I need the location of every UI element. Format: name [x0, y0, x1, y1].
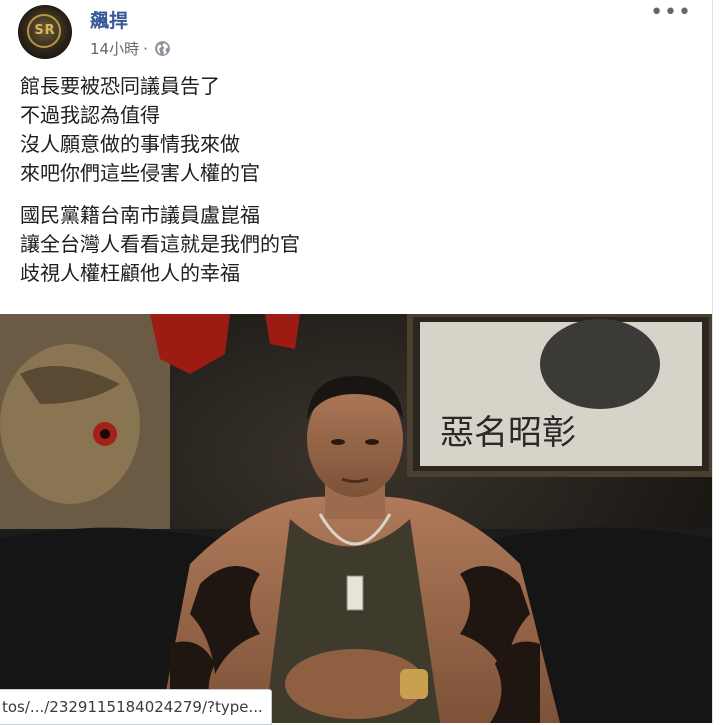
- post-timestamp[interactable]: 14小時: [90, 38, 139, 59]
- globe-icon[interactable]: [154, 40, 171, 57]
- post-line: 來吧你們這些侵害人權的官: [20, 161, 260, 185]
- post-line: 不過我認為值得: [20, 103, 160, 127]
- post-line: 歧視人權枉顧他人的幸福: [20, 261, 240, 285]
- post-line: 國民黨籍台南市議員盧崑福: [20, 203, 260, 227]
- avatar-logo-text: SR: [34, 23, 56, 38]
- post-line: 讓全台灣人看看這就是我們的官: [20, 232, 300, 256]
- post-paragraph: 館長要被恐同議員告了 不過我認為值得 沒人願意做的事情我來做 來吧你們這些侵害人…: [20, 72, 680, 188]
- post-line: 館長要被恐同議員告了: [20, 74, 220, 98]
- post-text: 館長要被恐同議員告了 不過我認為值得 沒人願意做的事情我來做 來吧你們這些侵害人…: [20, 72, 680, 301]
- post-card: SR 飆捍 14小時 · ••• 館長要被恐同議員告了 不過我認為值得 沒人願意…: [0, 0, 713, 723]
- link-url-status: tos/.../2329115184024279/?type...: [0, 689, 272, 725]
- meta-separator: ·: [143, 39, 148, 58]
- post-line: 沒人願意做的事情我來做: [20, 132, 240, 156]
- author-avatar[interactable]: SR: [18, 5, 72, 59]
- author-name-link[interactable]: 飆捍: [90, 6, 128, 33]
- post-meta: 14小時 ·: [90, 38, 171, 59]
- more-options-icon[interactable]: •••: [650, 2, 692, 24]
- post-photo-art: 惡名昭彰: [0, 314, 712, 723]
- post-paragraph: 國民黨籍台南市議員盧崑福 讓全台灣人看看這就是我們的官 歧視人權枉顧他人的幸福: [20, 201, 680, 288]
- poster-calligraphy: 惡名昭彰: [440, 413, 576, 453]
- post-photo[interactable]: 惡名昭彰: [0, 314, 712, 723]
